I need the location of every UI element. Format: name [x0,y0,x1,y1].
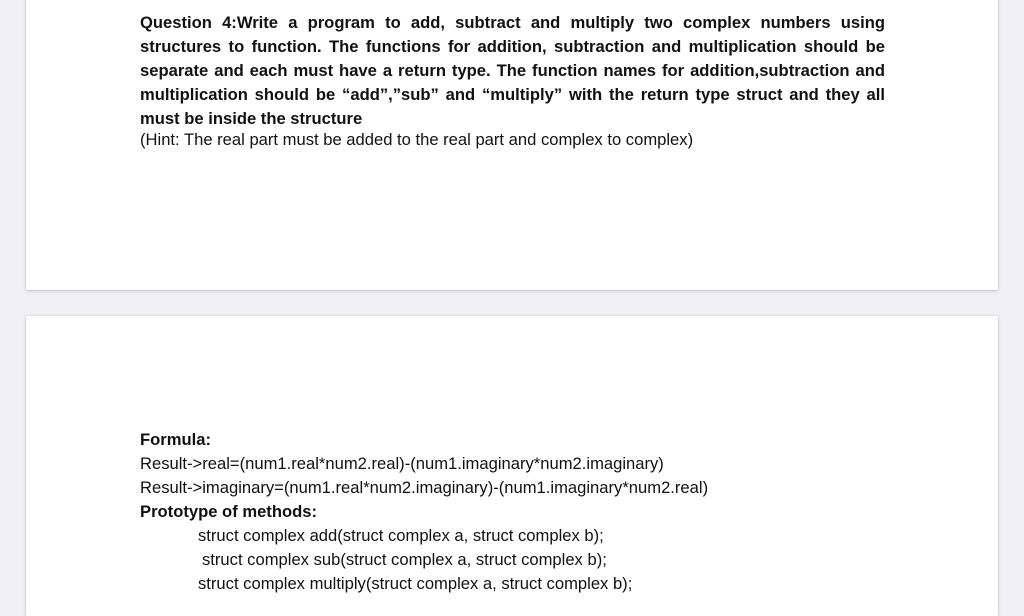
formula-real-line: Result->real=(num1.real*num2.real)-(num1… [140,454,664,473]
prototype-multiply: struct complex multiply(struct complex a… [198,574,633,593]
prototype-add: struct complex add(struct complex a, str… [198,526,604,545]
prototype-heading: Prototype of methods: [140,502,317,521]
hint-text: (Hint: The real part must be added to th… [140,130,694,149]
prototype-sub: struct complex sub(struct complex a, str… [202,550,607,569]
formula-heading: Formula: [140,430,211,449]
document-page-2: Formula: Result->real=(num1.real*num2.re… [26,316,998,616]
formula-section: Formula: Result->real=(num1.real*num2.re… [140,428,708,596]
formula-imaginary-line: Result->imaginary=(num1.real*num2.imagin… [140,478,709,497]
question-text: Question 4:Write a program to add, subtr… [140,13,885,128]
document-page-1: Question 4:Write a program to add, subtr… [26,0,998,290]
